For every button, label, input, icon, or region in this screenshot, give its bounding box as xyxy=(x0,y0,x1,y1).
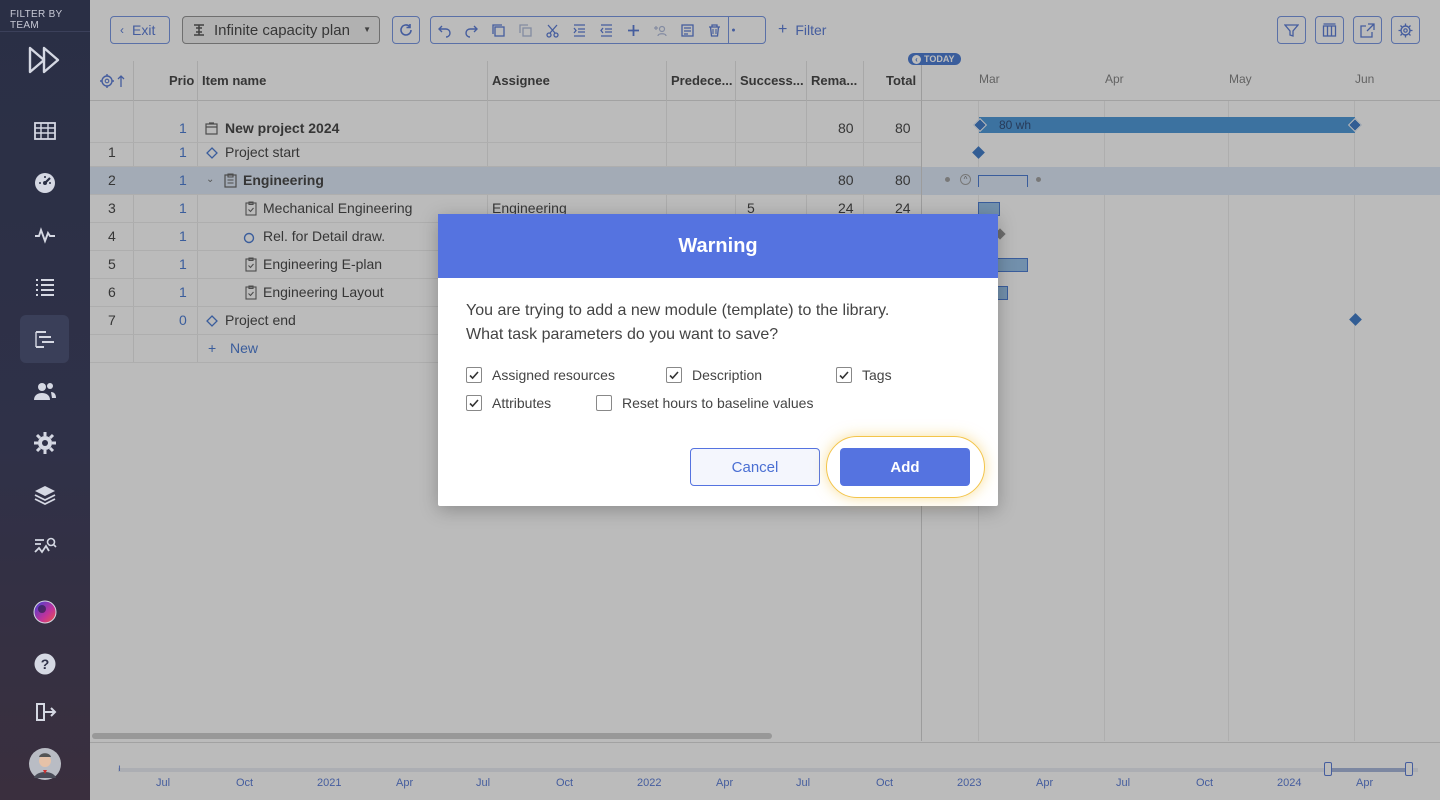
checkbox-label: Attributes xyxy=(492,395,552,411)
checkbox-assigned-resources[interactable]: Assigned resources xyxy=(466,367,615,383)
sidebar-item-users[interactable] xyxy=(20,367,69,415)
checkbox-unchecked[interactable] xyxy=(596,395,612,411)
add-button[interactable]: Add xyxy=(840,448,970,486)
users-icon xyxy=(33,383,56,400)
checkmark-icon xyxy=(469,371,479,380)
sidebar-item-analytics[interactable] xyxy=(20,523,69,571)
checkbox-tags[interactable]: Tags xyxy=(836,367,892,383)
warning-dialog: Warning You are trying to add a new modu… xyxy=(438,214,998,506)
layers-icon xyxy=(34,486,55,506)
dialog-message-line: What task parameters do you want to save… xyxy=(466,326,779,343)
gantt-icon xyxy=(34,331,54,348)
sidebar-item-workspace[interactable] xyxy=(20,588,69,636)
sidebar-item-list[interactable] xyxy=(20,263,69,311)
checkbox-checked[interactable] xyxy=(466,367,482,383)
checkbox-description[interactable]: Description xyxy=(666,367,762,383)
sidebar-item-gantt[interactable] xyxy=(20,315,69,363)
dashboard-icon xyxy=(34,173,55,193)
checkbox-reset-hours[interactable]: Reset hours to baseline values xyxy=(596,395,813,411)
analytics-icon xyxy=(33,537,57,554)
activity-icon xyxy=(34,227,55,244)
filter-by-team-label[interactable]: FILTER BY TEAM xyxy=(0,0,90,32)
help-icon: ? xyxy=(34,653,55,675)
checkmark-icon xyxy=(839,371,849,380)
checkbox-checked[interactable] xyxy=(666,367,682,383)
dialog-message: You are trying to add a new module (temp… xyxy=(466,299,966,347)
sidebar-item-settings[interactable] xyxy=(20,419,69,467)
app-logo-icon[interactable] xyxy=(27,45,63,75)
svg-text:?: ? xyxy=(40,656,49,672)
cancel-button[interactable]: Cancel xyxy=(690,448,820,486)
sidebar-item-profile[interactable] xyxy=(20,740,69,788)
logout-icon xyxy=(35,703,56,721)
checkbox-label: Tags xyxy=(862,367,892,383)
checkmark-icon xyxy=(469,399,479,408)
checkbox-checked[interactable] xyxy=(836,367,852,383)
checkbox-label: Reset hours to baseline values xyxy=(622,395,814,411)
checkbox-label: Assigned resources xyxy=(492,367,615,383)
sidebar-item-help[interactable]: ? xyxy=(20,640,69,688)
gear-icon xyxy=(33,432,56,454)
checkbox-label: Description xyxy=(692,367,763,383)
checkmark-icon xyxy=(669,371,679,380)
user-avatar xyxy=(28,748,61,780)
sidebar: FILTER BY TEAM ? xyxy=(0,0,90,800)
list-icon xyxy=(35,279,54,296)
grid-icon xyxy=(33,122,56,140)
checkbox-attributes[interactable]: Attributes xyxy=(466,395,551,411)
sidebar-item-grid[interactable] xyxy=(20,107,69,155)
globe-avatar-icon xyxy=(33,600,56,624)
dialog-message-line: You are trying to add a new module (temp… xyxy=(466,302,890,319)
checkbox-checked[interactable] xyxy=(466,395,482,411)
sidebar-item-logout[interactable] xyxy=(20,688,69,736)
sidebar-item-activity[interactable] xyxy=(20,211,69,259)
sidebar-item-layers[interactable] xyxy=(20,471,69,519)
dialog-title: Warning xyxy=(438,214,998,278)
sidebar-item-dashboard[interactable] xyxy=(20,159,69,207)
